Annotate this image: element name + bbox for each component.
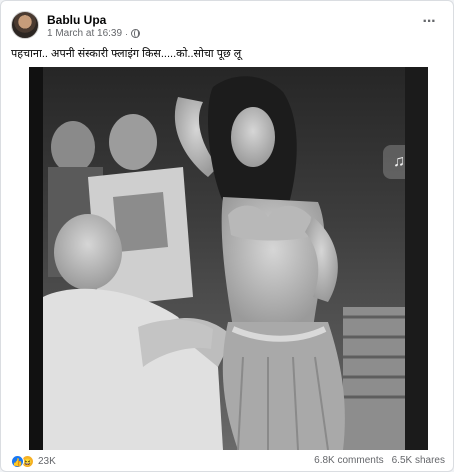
post-photo[interactable]: ♫: [43, 67, 405, 450]
meta-separator: ·: [125, 28, 129, 39]
post-card: Bablu Upa 1 March at 16:39 · ··· पहचाना.…: [0, 0, 454, 472]
reaction-count: 23K: [38, 456, 56, 467]
comments-count[interactable]: 6.8K comments: [314, 455, 383, 466]
post-caption: पहचाना.. अपनी संस्कारी फ्लाइंग किस.....क…: [11, 48, 242, 60]
post-stats: 6.8K comments 6.5K shares: [314, 455, 445, 466]
post-footer: 👍 😆 23K 6.8K comments 6.5K shares: [11, 455, 445, 471]
more-options-button[interactable]: ···: [419, 13, 439, 35]
reactions-summary[interactable]: 👍 😆 23K: [11, 455, 56, 468]
media-border: [405, 67, 428, 450]
audio-button[interactable]: ♫: [383, 145, 405, 179]
post-header: Bablu Upa 1 March at 16:39 · ···: [11, 11, 445, 43]
like-reaction-icon: 👍: [11, 455, 24, 468]
photo-scene: [43, 67, 405, 450]
music-note-icon: ♫: [393, 153, 405, 170]
ellipsis-icon: ···: [422, 13, 437, 30]
shares-count[interactable]: 6.5K shares: [392, 455, 445, 466]
author-avatar[interactable]: [11, 11, 39, 39]
post-meta: 1 March at 16:39 ·: [47, 28, 141, 39]
globe-icon: [131, 29, 141, 38]
post-media[interactable]: ♫: [29, 67, 428, 450]
author-name[interactable]: Bablu Upa: [47, 13, 106, 27]
post-timestamp[interactable]: 1 March at 16:39: [47, 28, 122, 39]
